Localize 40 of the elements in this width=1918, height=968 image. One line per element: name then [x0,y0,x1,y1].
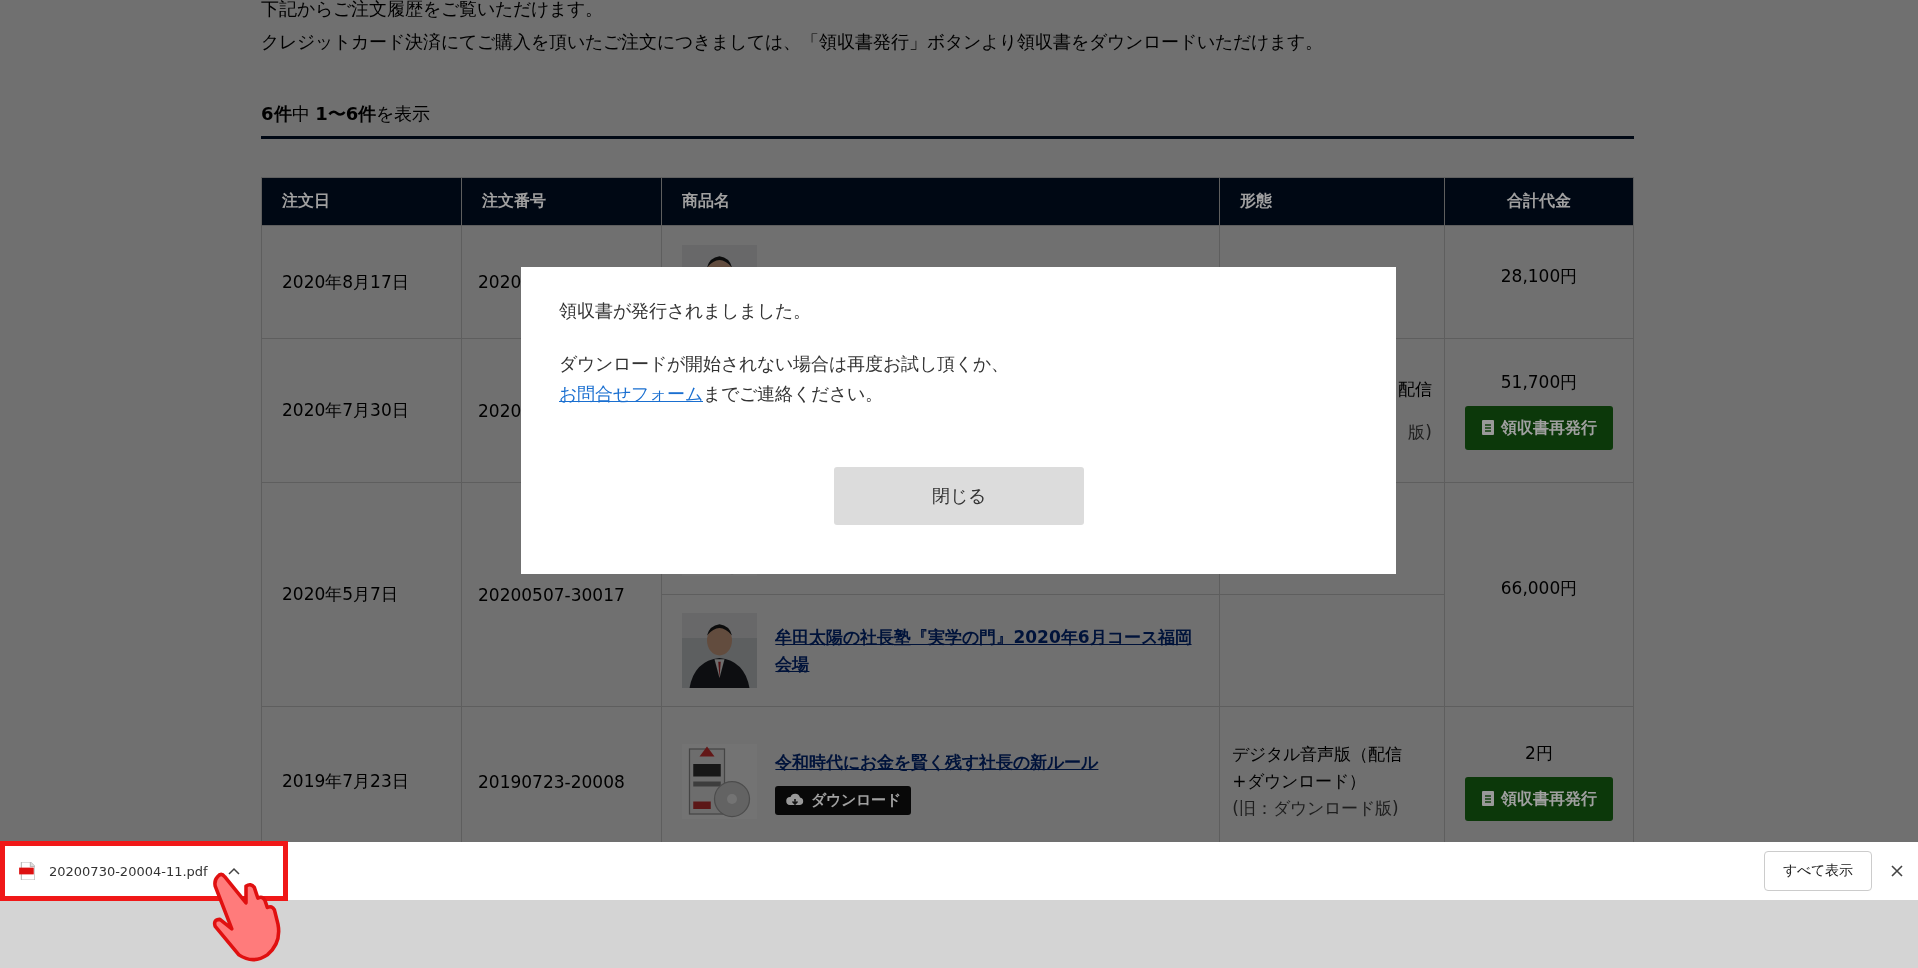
intro-text: クレジットカード決済にてご購入を頂いたご注文につきましては、「領収書発行」ボタンより領収書をダウンロードいただけます。 [261,30,1324,54]
intro-text: 下記からご注文履歴をご覧いただけます。 [261,0,604,21]
show-all-button[interactable]: すべて表示 [1764,851,1872,891]
table-cell: 2020 [478,272,522,292]
file-name: 20200730-20004-11.pdf [49,863,208,879]
column-header: 商品名 [661,177,1220,226]
caret-icon [227,866,240,876]
table-cell: 20190723-20008 [478,771,625,792]
price-text: 66,000円 [1499,577,1579,600]
product-link[interactable]: 令和時代にお金を賢く残す社長の新ルール [775,748,1099,776]
format-text: (旧：ダウンロード版) [1232,797,1400,820]
close-icon[interactable] [1890,864,1904,878]
table-cell: 2020 [478,400,522,421]
column-header: 注文番号 [461,177,662,226]
receipt-button[interactable]: 領収書再発行 [1465,406,1613,450]
cloud-download-icon [785,792,806,808]
close-button[interactable]: 閉じる [833,467,1084,525]
column-header: 注文日 [261,177,462,226]
document-icon [1481,791,1495,806]
price-text: 28,100円 [1499,264,1579,288]
receipt-button[interactable]: 領収書再発行 [1465,777,1613,821]
price-text: 51,700円 [1499,371,1579,394]
download-button[interactable]: ダウンロード [775,785,912,815]
table-cell: 2020年5月7日 [261,482,462,707]
price-text: 2円 [1524,742,1554,765]
modal-message: ダウンロードが開始されない場合は再度お試し頂くか、 お問合せフォーム までご連絡ください。 [559,352,1010,406]
result-count: 6件中 1〜6件を表示 [261,102,1634,139]
modal-message: 領収書が発行されましました。 [559,299,812,323]
table-cell: 2020年7月30日 [261,338,462,483]
format-text: デジタル音声版（配信+ダウンロード） [1232,743,1404,793]
table-cell: 20200507-30017 [478,584,625,605]
column-header: 合計代金 [1444,177,1634,226]
hand-pointer-icon [210,872,282,962]
contact-form-link[interactable]: お問合せフォーム [559,383,703,404]
table-cell: 2020年8月17日 [261,225,462,339]
pdf-file-icon [19,862,35,880]
document-icon [1481,420,1495,435]
format-text: 版) [1407,420,1432,444]
column-header: 形態 [1219,177,1445,226]
format-text: 配信 [1397,377,1432,401]
